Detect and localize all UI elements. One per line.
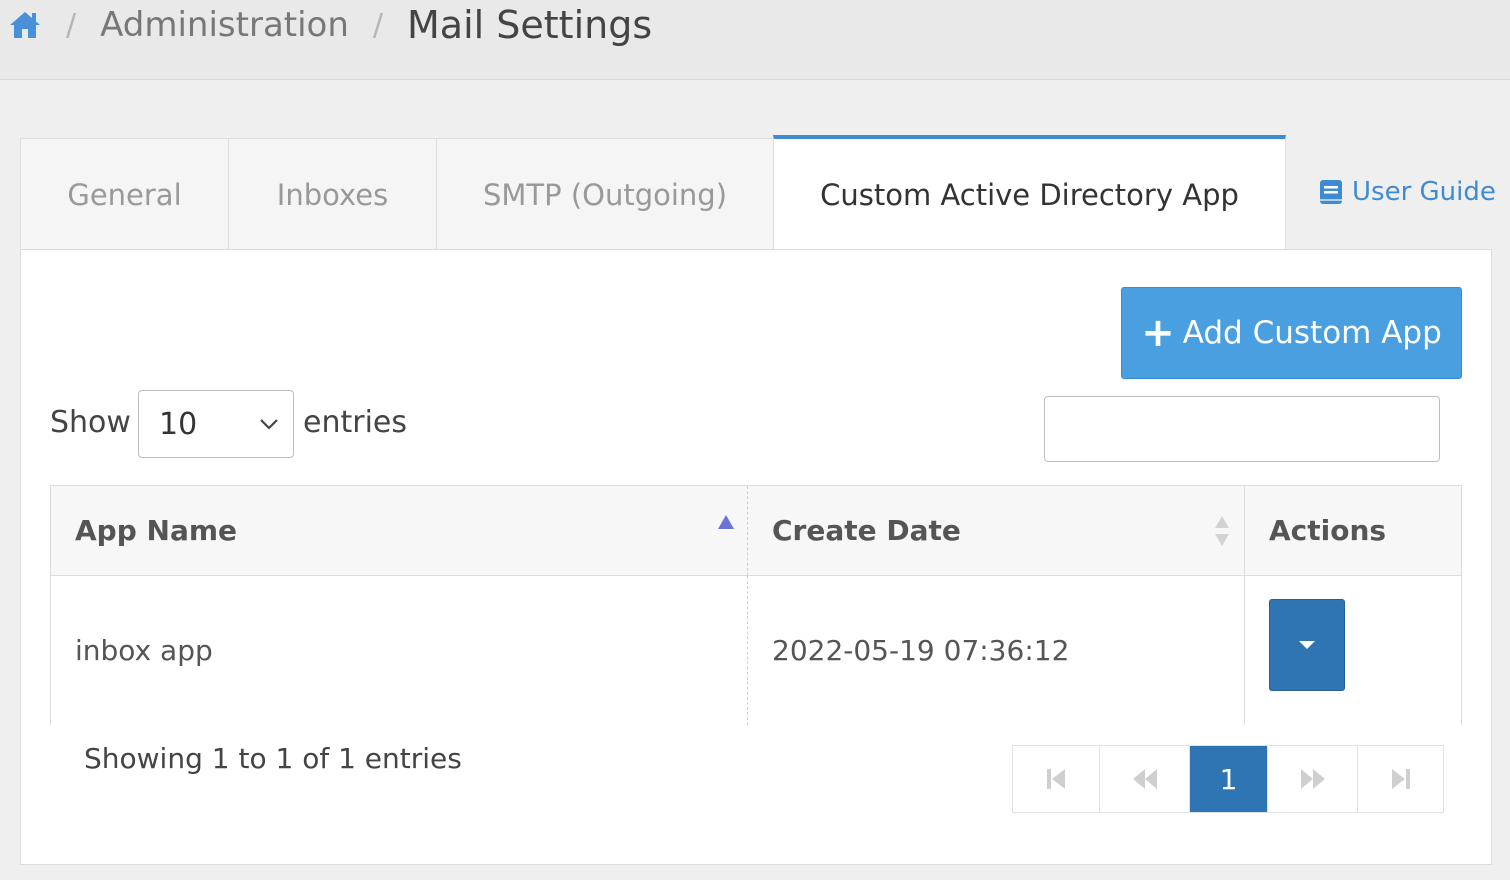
breadcrumb-separator: / [372,7,384,43]
add-custom-app-button[interactable]: + Add Custom App [1121,287,1462,379]
page-number: 1 [1219,762,1238,796]
previous-page-icon [1132,769,1157,789]
column-header-actions: Actions [1245,486,1461,576]
next-page-icon [1300,769,1325,789]
column-header-label: Actions [1269,514,1387,547]
user-guide-link[interactable]: User Guide [1318,170,1496,214]
sort-icon [1215,516,1229,546]
breadcrumb: / Administration / Mail Settings [8,0,652,50]
tab-smtp-outgoing[interactable]: SMTP (Outgoing) [436,138,774,250]
column-header-label: App Name [75,514,237,547]
book-icon [1320,180,1342,204]
row-actions-dropdown-button[interactable] [1269,599,1345,691]
breadcrumb-separator: / [66,7,77,43]
user-guide-label: User Guide [1352,177,1496,207]
breadcrumb-administration[interactable]: Administration [100,5,349,45]
last-page-button[interactable] [1358,746,1443,812]
tab-label: SMTP (Outgoing) [482,177,728,212]
tab-inboxes[interactable]: Inboxes [228,138,437,250]
tab-label: Inboxes [276,177,389,212]
table-info: Showing 1 to 1 of 1 entries [84,742,462,775]
create-date-value: 2022-05-19 07:36:12 [772,634,1070,667]
app-name-value: inbox app [75,634,213,667]
caret-down-icon [1299,641,1315,649]
sort-ascending-icon [718,515,734,529]
tab-label: Custom Active Directory App [820,178,1239,212]
entries-per-page-select[interactable]: 10 [138,390,294,458]
table-cell-app-name: inbox app [51,576,748,725]
tab-label: General [67,177,182,212]
previous-page-button[interactable] [1100,746,1190,812]
show-label: Show [50,405,131,440]
tab-general[interactable]: General [20,138,229,250]
entries-per-page-value: 10 [159,406,198,442]
plus-icon: + [1141,310,1175,356]
tab-custom-active-directory-app[interactable]: Custom Active Directory App [773,135,1286,251]
next-page-button[interactable] [1268,746,1358,812]
table-cell-actions [1245,576,1461,725]
search-input[interactable] [1044,396,1440,462]
add-custom-app-label: Add Custom App [1182,315,1442,351]
chevron-down-icon [260,419,278,430]
custom-apps-table: App Name Create Date Actions inbox app 2… [50,485,1462,725]
first-page-button[interactable] [1013,746,1100,812]
column-header-label: Create Date [772,514,961,547]
page-title: Mail Settings [407,3,653,47]
home-icon[interactable] [8,8,42,42]
table-cell-create-date: 2022-05-19 07:36:12 [748,576,1245,725]
entries-label: entries [303,405,407,440]
page-1-button[interactable]: 1 [1190,746,1268,812]
last-page-icon [1391,769,1410,789]
first-page-icon [1047,769,1065,789]
header-bar: / Administration / Mail Settings [0,0,1510,80]
pagination: 1 [1012,745,1444,813]
column-header-app-name[interactable]: App Name [51,486,748,576]
column-header-create-date[interactable]: Create Date [748,486,1245,576]
